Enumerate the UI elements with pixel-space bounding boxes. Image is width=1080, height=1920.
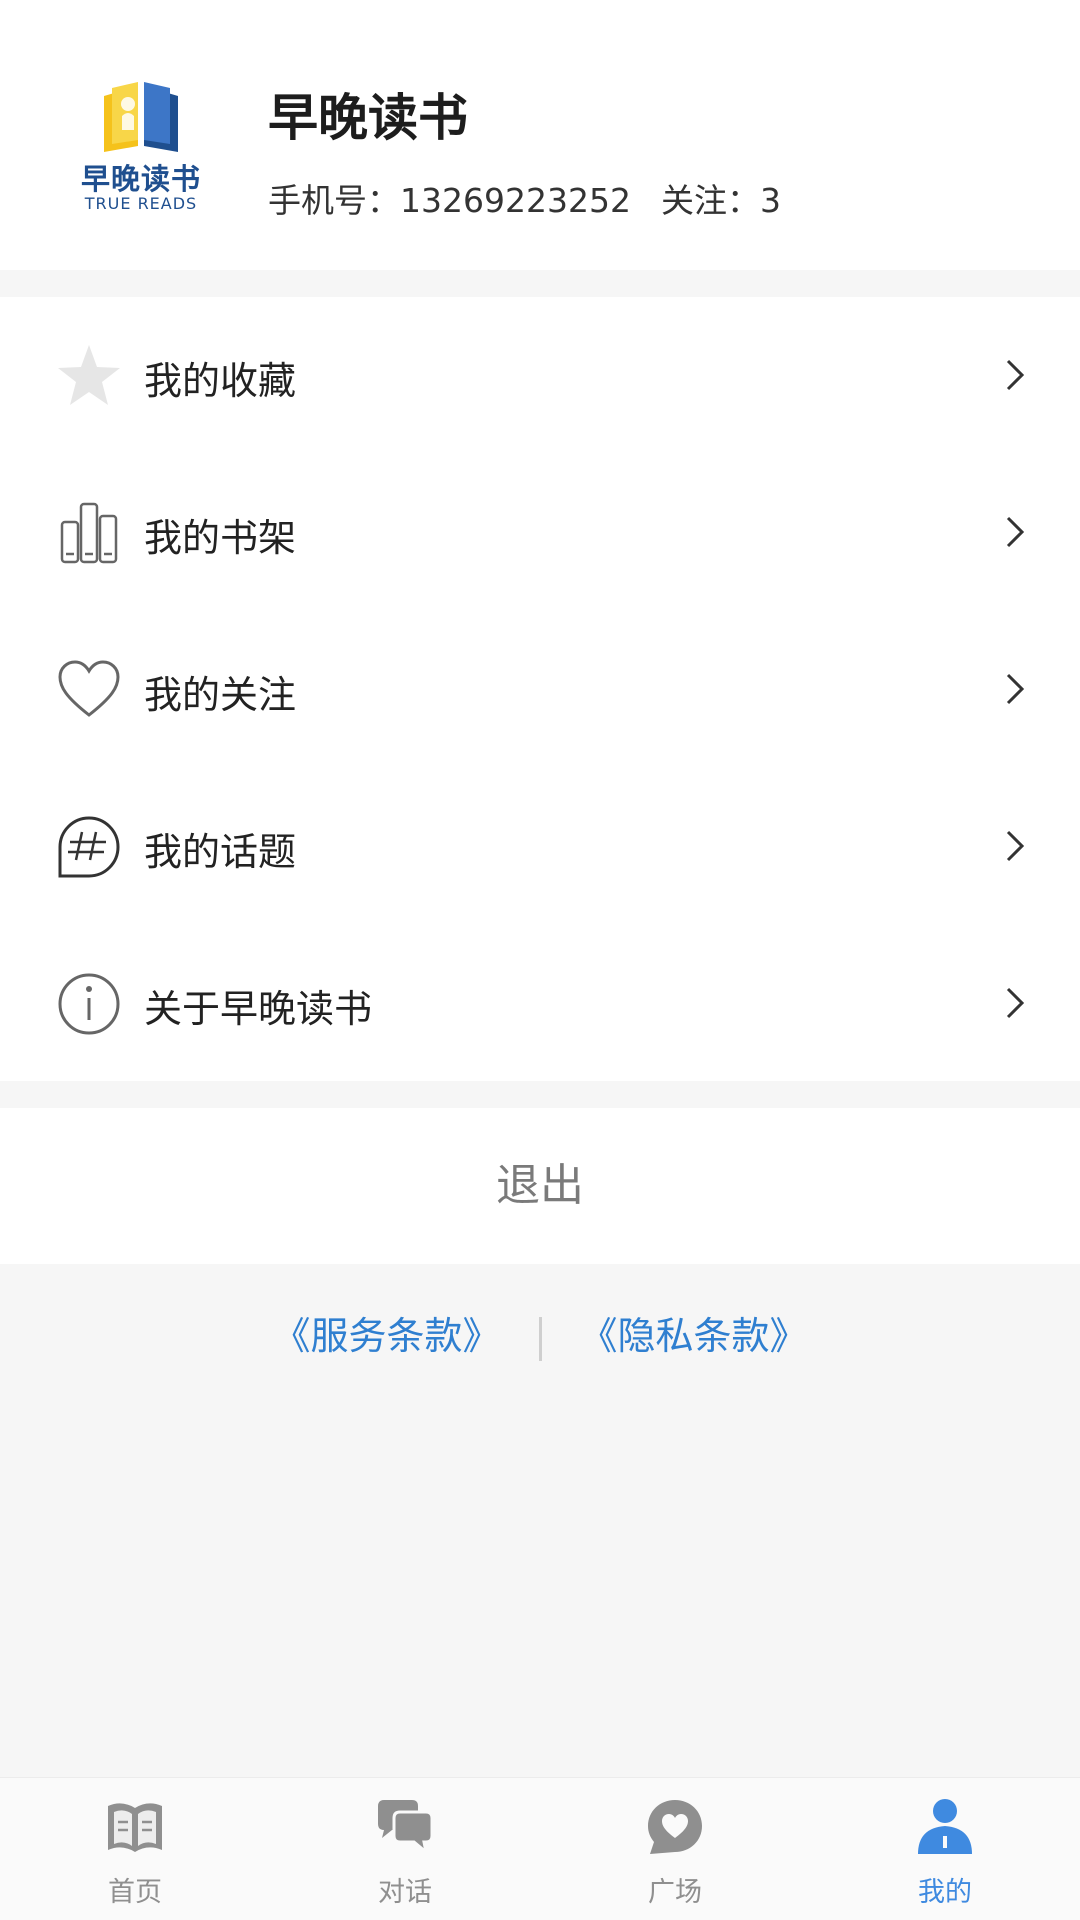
tab-label: 对话: [378, 1877, 432, 1908]
menu-item-label: 我的关注: [144, 673, 297, 717]
bottom-tab-bar: 首页 对话 广场 我的: [0, 1777, 1080, 1920]
chat-icon: [378, 1800, 434, 1856]
info-icon: [58, 973, 120, 1035]
menu-item-favorites[interactable]: 我的收藏: [0, 297, 1080, 454]
profile-name: 早晚读书: [268, 89, 468, 147]
phone-number: 手机号：13269223252: [268, 181, 631, 220]
chevron-right-icon: [1006, 673, 1025, 705]
menu-item-about[interactable]: 关于早晚读书: [0, 925, 1080, 1082]
star-icon: [58, 345, 120, 405]
logo-text-en: TRUE READS: [84, 194, 198, 213]
chevron-right-icon: [1006, 987, 1025, 1019]
heart-icon: [58, 660, 120, 717]
chevron-right-icon: [1006, 516, 1025, 548]
logo-text-cn: 早晚读书: [80, 162, 201, 196]
tab-label: 广场: [648, 1877, 702, 1908]
menu-list: 我的收藏 我的书架 我的关注 我的话题 关于早晚读书: [0, 297, 1080, 1081]
tab-chat[interactable]: 对话: [270, 1778, 540, 1920]
heart-bubble-icon: [648, 1800, 702, 1854]
legal-divider: [538, 1316, 542, 1361]
menu-item-topics[interactable]: 我的话题: [0, 768, 1080, 925]
tab-home[interactable]: 首页: [0, 1778, 270, 1920]
menu-item-bookshelf[interactable]: 我的书架: [0, 454, 1080, 611]
user-icon: [918, 1799, 972, 1854]
menu-item-label: 关于早晚读书: [144, 987, 373, 1031]
logout-button[interactable]: 退出: [0, 1108, 1080, 1264]
chevron-right-icon: [1006, 359, 1025, 391]
app-logo: 早晚读书 TRUE READS: [76, 82, 206, 213]
menu-item-label: 我的书架: [144, 516, 297, 560]
tab-square[interactable]: 广场: [540, 1778, 810, 1920]
following-count[interactable]: 关注：3: [661, 181, 781, 220]
profile-meta: 手机号：13269223252 关注：3: [268, 174, 781, 222]
book-icon: [108, 1803, 162, 1852]
tab-label: 首页: [108, 1877, 162, 1908]
bookshelf-icon: [60, 502, 118, 564]
tab-mine[interactable]: 我的: [810, 1778, 1080, 1920]
terms-of-service-link[interactable]: 《服务条款》: [272, 1314, 500, 1358]
tab-label: 我的: [918, 1877, 972, 1908]
profile-header: 早晚读书 TRUE READS 早晚读书 手机号：13269223252 关注：3: [0, 0, 1080, 270]
privacy-policy-link[interactable]: 《隐私条款》: [580, 1314, 808, 1358]
logo-book-icon: [104, 82, 178, 152]
menu-item-label: 我的收藏: [144, 359, 297, 403]
chevron-right-icon: [1006, 830, 1025, 862]
menu-item-following[interactable]: 我的关注: [0, 611, 1080, 768]
legal-links: 《服务条款》 《隐私条款》: [0, 1305, 1080, 1361]
menu-item-label: 我的话题: [144, 830, 297, 874]
hashtag-bubble-icon: [58, 816, 120, 878]
